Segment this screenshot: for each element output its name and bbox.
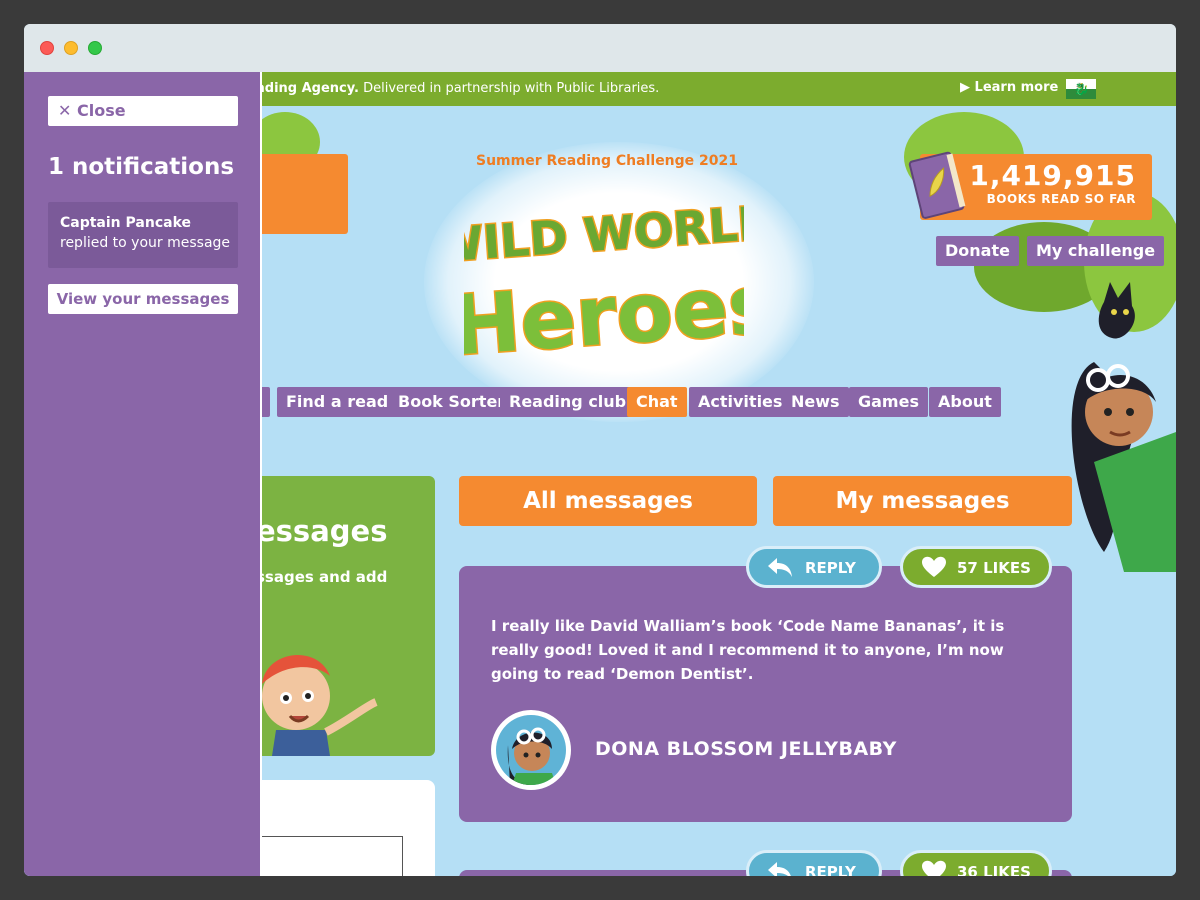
nav-item-activities[interactable]: Activities <box>689 387 792 417</box>
message-author: DONA BLOSSOM JELLYBABY <box>595 738 897 760</box>
reply-arrow-icon <box>768 862 791 876</box>
tab-all-messages[interactable]: All messages <box>459 476 757 526</box>
message-text: I really like David Walliam’s book ‘Code… <box>491 617 1005 683</box>
my-challenge-button[interactable]: My challenge <box>1027 236 1165 266</box>
notifications-drawer: ✕ Close 1 notifications Captain Pancake … <box>24 72 262 876</box>
browser-window: ading Agency. Delivered in partnership w… <box>24 24 1176 876</box>
intro-text: ssages and add <box>256 568 388 586</box>
avatar-girl-icon <box>507 727 556 785</box>
reply-button[interactable]: REPLY <box>746 546 882 588</box>
agency-text: ading Agency. Delivered in partnership w… <box>256 81 660 96</box>
nav-item-news[interactable]: News <box>782 387 849 417</box>
wild-world-heroes-logo[interactable]: WILD WORLD WILD WORLD Heroes Heroes <box>464 172 744 372</box>
avatar <box>491 710 571 790</box>
nav-item-about[interactable]: About <box>929 387 1001 417</box>
logo-line2-fill: Heroes <box>464 257 744 372</box>
girl-character-illustration <box>1071 282 1176 572</box>
notifications-title: 1 notifications <box>48 154 235 180</box>
donate-button[interactable]: Donate <box>936 236 1019 266</box>
learn-more-link[interactable]: ▶ Learn more <box>960 80 1058 95</box>
boy-character-illustration <box>262 654 378 756</box>
message-textarea[interactable] <box>256 836 403 876</box>
heart-icon <box>922 860 946 876</box>
orange-header-block[interactable] <box>256 154 348 234</box>
reply-button[interactable]: REPLY <box>746 850 882 876</box>
reply-arrow-icon <box>768 558 792 577</box>
likes-button[interactable]: 57 LIKES <box>900 546 1052 588</box>
maximize-window-button[interactable] <box>88 41 102 55</box>
nav-item-find-a-read[interactable]: Find a read <box>277 387 398 417</box>
reply-label: REPLY <box>805 559 856 577</box>
message-compose-card <box>256 780 435 876</box>
likes-button[interactable]: 36 LIKES <box>900 850 1052 876</box>
page-viewport: ading Agency. Delivered in partnership w… <box>24 72 1176 876</box>
nav-item-reading-club[interactable]: Reading club <box>500 387 636 417</box>
notification-text: replied to your message <box>60 235 231 251</box>
chat-intro-card: essages ssages and add <box>256 476 435 756</box>
minimize-window-button[interactable] <box>64 41 78 55</box>
nav-item-games[interactable]: Games <box>849 387 928 417</box>
reply-label: REPLY <box>805 863 856 876</box>
notification-sender: Captain Pancake <box>60 215 191 231</box>
close-drawer-button[interactable]: ✕ Close <box>48 96 238 126</box>
likes-label: 57 LIKES <box>957 559 1031 577</box>
tab-my-messages[interactable]: My messages <box>773 476 1072 526</box>
window-titlebar <box>24 24 1176 72</box>
close-window-button[interactable] <box>40 41 54 55</box>
nav-item-chat[interactable]: Chat <box>627 387 687 417</box>
view-messages-button[interactable]: View your messages <box>48 284 238 314</box>
intro-title: essages <box>256 514 388 548</box>
welsh-flag-icon[interactable]: 🐉 <box>1066 79 1096 99</box>
book-icon <box>908 151 966 219</box>
notification-item[interactable]: Captain Pancake replied to your message <box>48 202 238 268</box>
challenge-tagline: Summer Reading Challenge 2021 <box>476 153 739 169</box>
heart-icon <box>922 556 946 577</box>
message-card: I really like David Walliam’s book ‘Code… <box>459 566 1072 822</box>
nav-item-book-sorter[interactable]: Book Sorter <box>389 387 515 417</box>
likes-label: 36 LIKES <box>957 863 1031 876</box>
